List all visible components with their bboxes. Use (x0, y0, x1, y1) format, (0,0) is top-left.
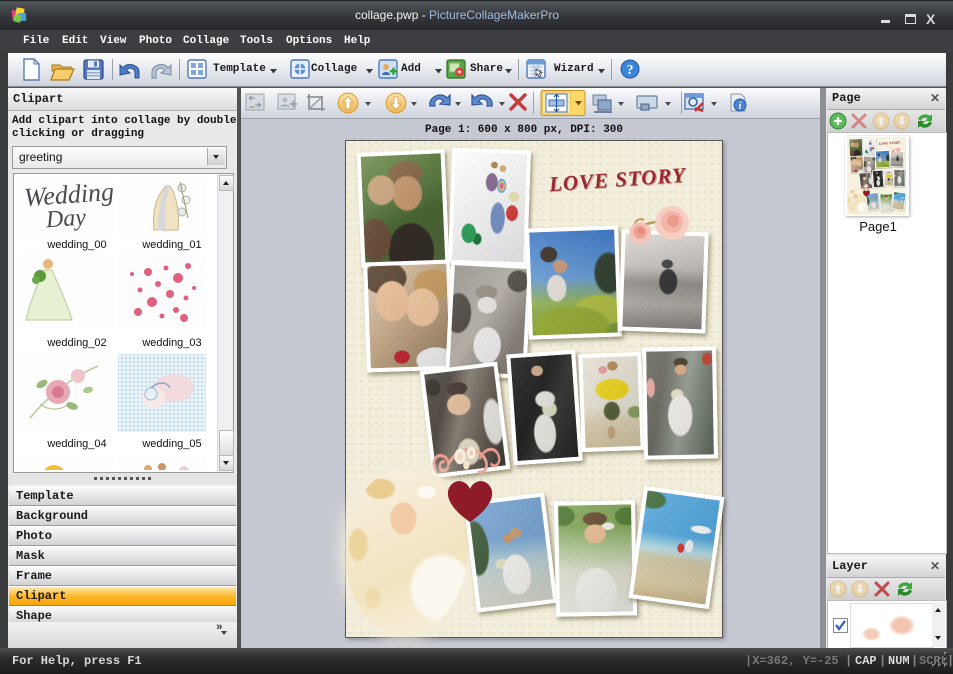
svg-text:?: ? (627, 63, 634, 78)
svg-text:i: i (739, 101, 742, 112)
